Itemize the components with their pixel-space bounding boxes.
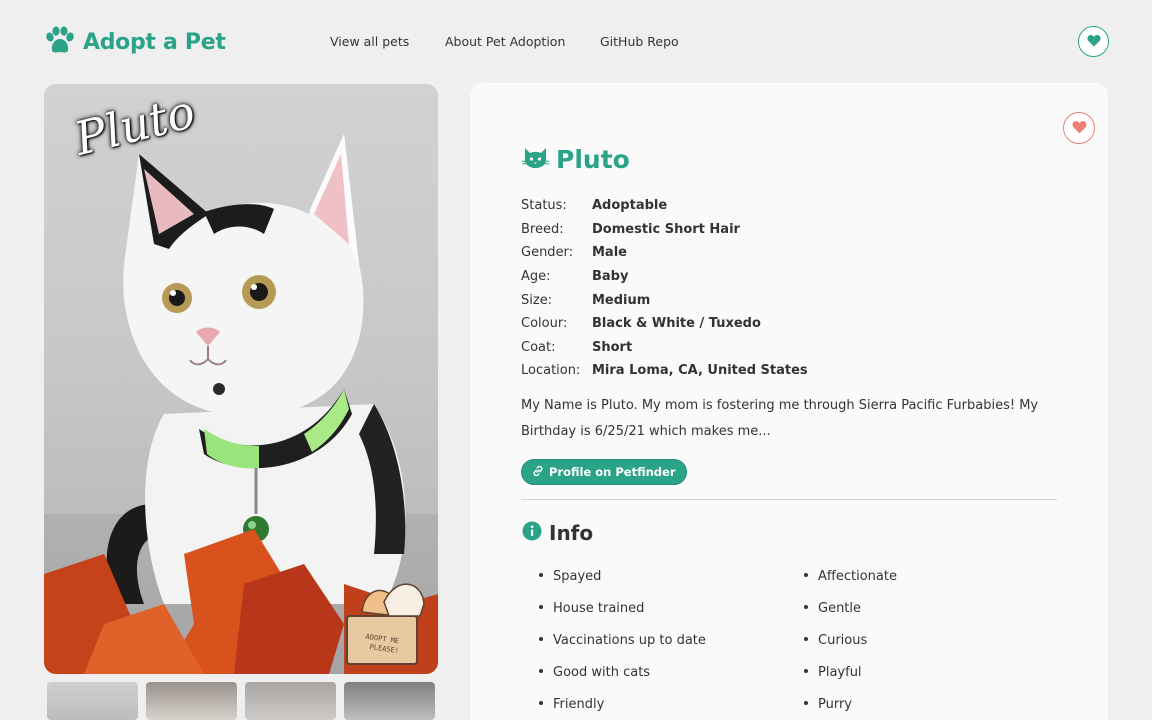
detail-label: Status: bbox=[521, 198, 567, 214]
cat-icon bbox=[521, 146, 550, 174]
detail-label: Gender: bbox=[521, 245, 574, 261]
petfinder-profile-button[interactable]: Profile on Petfinder bbox=[521, 459, 687, 485]
detail-row-breed: Breed: Domestic Short Hair bbox=[521, 218, 808, 242]
heart-icon bbox=[1086, 32, 1101, 51]
thumbnail[interactable] bbox=[146, 682, 237, 720]
nav-about-pet-adoption[interactable]: About Pet Adoption bbox=[445, 34, 600, 49]
detail-row-size: Size: Medium bbox=[521, 288, 808, 312]
detail-label: Location: bbox=[521, 363, 581, 379]
pet-title: Pluto bbox=[521, 145, 630, 174]
favorite-button[interactable] bbox=[1063, 112, 1095, 144]
list-item: Affectionate bbox=[804, 560, 897, 592]
detail-label: Coat: bbox=[521, 339, 556, 355]
thumbnail[interactable] bbox=[245, 682, 336, 720]
detail-label: Breed: bbox=[521, 221, 564, 237]
detail-row-gender: Gender: Male bbox=[521, 241, 808, 265]
list-item: Friendly bbox=[539, 688, 706, 720]
detail-value: Domestic Short Hair bbox=[592, 221, 740, 237]
nav-github-repo[interactable]: GitHub Repo bbox=[600, 34, 679, 49]
nav-view-all-pets[interactable]: View all pets bbox=[330, 34, 445, 49]
list-item: Spayed bbox=[539, 560, 706, 592]
site-header: Adopt a Pet View all pets About Pet Adop… bbox=[0, 0, 1152, 84]
detail-value: Baby bbox=[592, 269, 629, 285]
pet-photo[interactable]: ADOPT ME PLEASE! Pluto bbox=[44, 84, 438, 674]
logo-text: Adopt a Pet bbox=[83, 30, 226, 55]
list-item: Gentle bbox=[804, 592, 897, 624]
detail-row-status: Status: Adoptable bbox=[521, 194, 808, 218]
list-item: Playful bbox=[804, 656, 897, 688]
paw-icon bbox=[44, 26, 75, 59]
site-logo[interactable]: Adopt a Pet bbox=[44, 26, 226, 59]
info-list-right: Affectionate Gentle Curious Playful Purr… bbox=[804, 566, 897, 720]
list-item: House trained bbox=[539, 592, 706, 624]
info-list-left: Spayed House trained Vaccinations up to … bbox=[539, 566, 706, 720]
detail-value: Male bbox=[592, 245, 627, 261]
detail-value: Medium bbox=[592, 292, 651, 308]
list-item: Good with cats bbox=[539, 656, 706, 688]
detail-label: Age: bbox=[521, 269, 551, 285]
detail-row-age: Age: Baby bbox=[521, 265, 808, 289]
pet-name: Pluto bbox=[556, 145, 630, 174]
thumbnail[interactable] bbox=[47, 682, 138, 720]
photo-thumbnails bbox=[47, 682, 435, 720]
list-item: Vaccinations up to date bbox=[539, 624, 706, 656]
info-heading: Info bbox=[522, 521, 593, 545]
detail-row-location: Location: Mira Loma, CA, United States bbox=[521, 359, 808, 383]
list-item: Purry bbox=[804, 688, 897, 720]
link-icon bbox=[532, 465, 549, 480]
pet-description: My Name is Pluto. My mom is fostering me… bbox=[521, 398, 1039, 439]
section-divider bbox=[521, 499, 1057, 500]
detail-value: Mira Loma, CA, United States bbox=[592, 363, 808, 379]
pet-details-card: Pluto Status: Adoptable Breed: Domestic … bbox=[470, 83, 1108, 720]
detail-row-colour: Colour: Black & White / Tuxedo bbox=[521, 312, 808, 336]
favorites-button[interactable] bbox=[1078, 26, 1109, 57]
main-nav: View all pets About Pet Adoption GitHub … bbox=[330, 34, 679, 49]
pet-details-list: Status: Adoptable Breed: Domestic Short … bbox=[521, 194, 808, 383]
detail-label: Size: bbox=[521, 292, 553, 308]
detail-label: Colour: bbox=[521, 316, 568, 332]
list-item: Curious bbox=[804, 624, 897, 656]
detail-value: Black & White / Tuxedo bbox=[592, 316, 761, 332]
detail-value: Short bbox=[592, 339, 633, 355]
detail-value: Adoptable bbox=[592, 198, 668, 214]
thumbnail[interactable] bbox=[344, 682, 435, 720]
detail-row-coat: Coat: Short bbox=[521, 336, 808, 360]
heart-icon bbox=[1072, 119, 1087, 138]
petfinder-profile-label: Profile on Petfinder bbox=[549, 465, 676, 479]
cat-illustration: ADOPT ME PLEASE! bbox=[44, 134, 438, 674]
info-title: Info bbox=[549, 521, 594, 545]
info-icon bbox=[522, 521, 542, 545]
